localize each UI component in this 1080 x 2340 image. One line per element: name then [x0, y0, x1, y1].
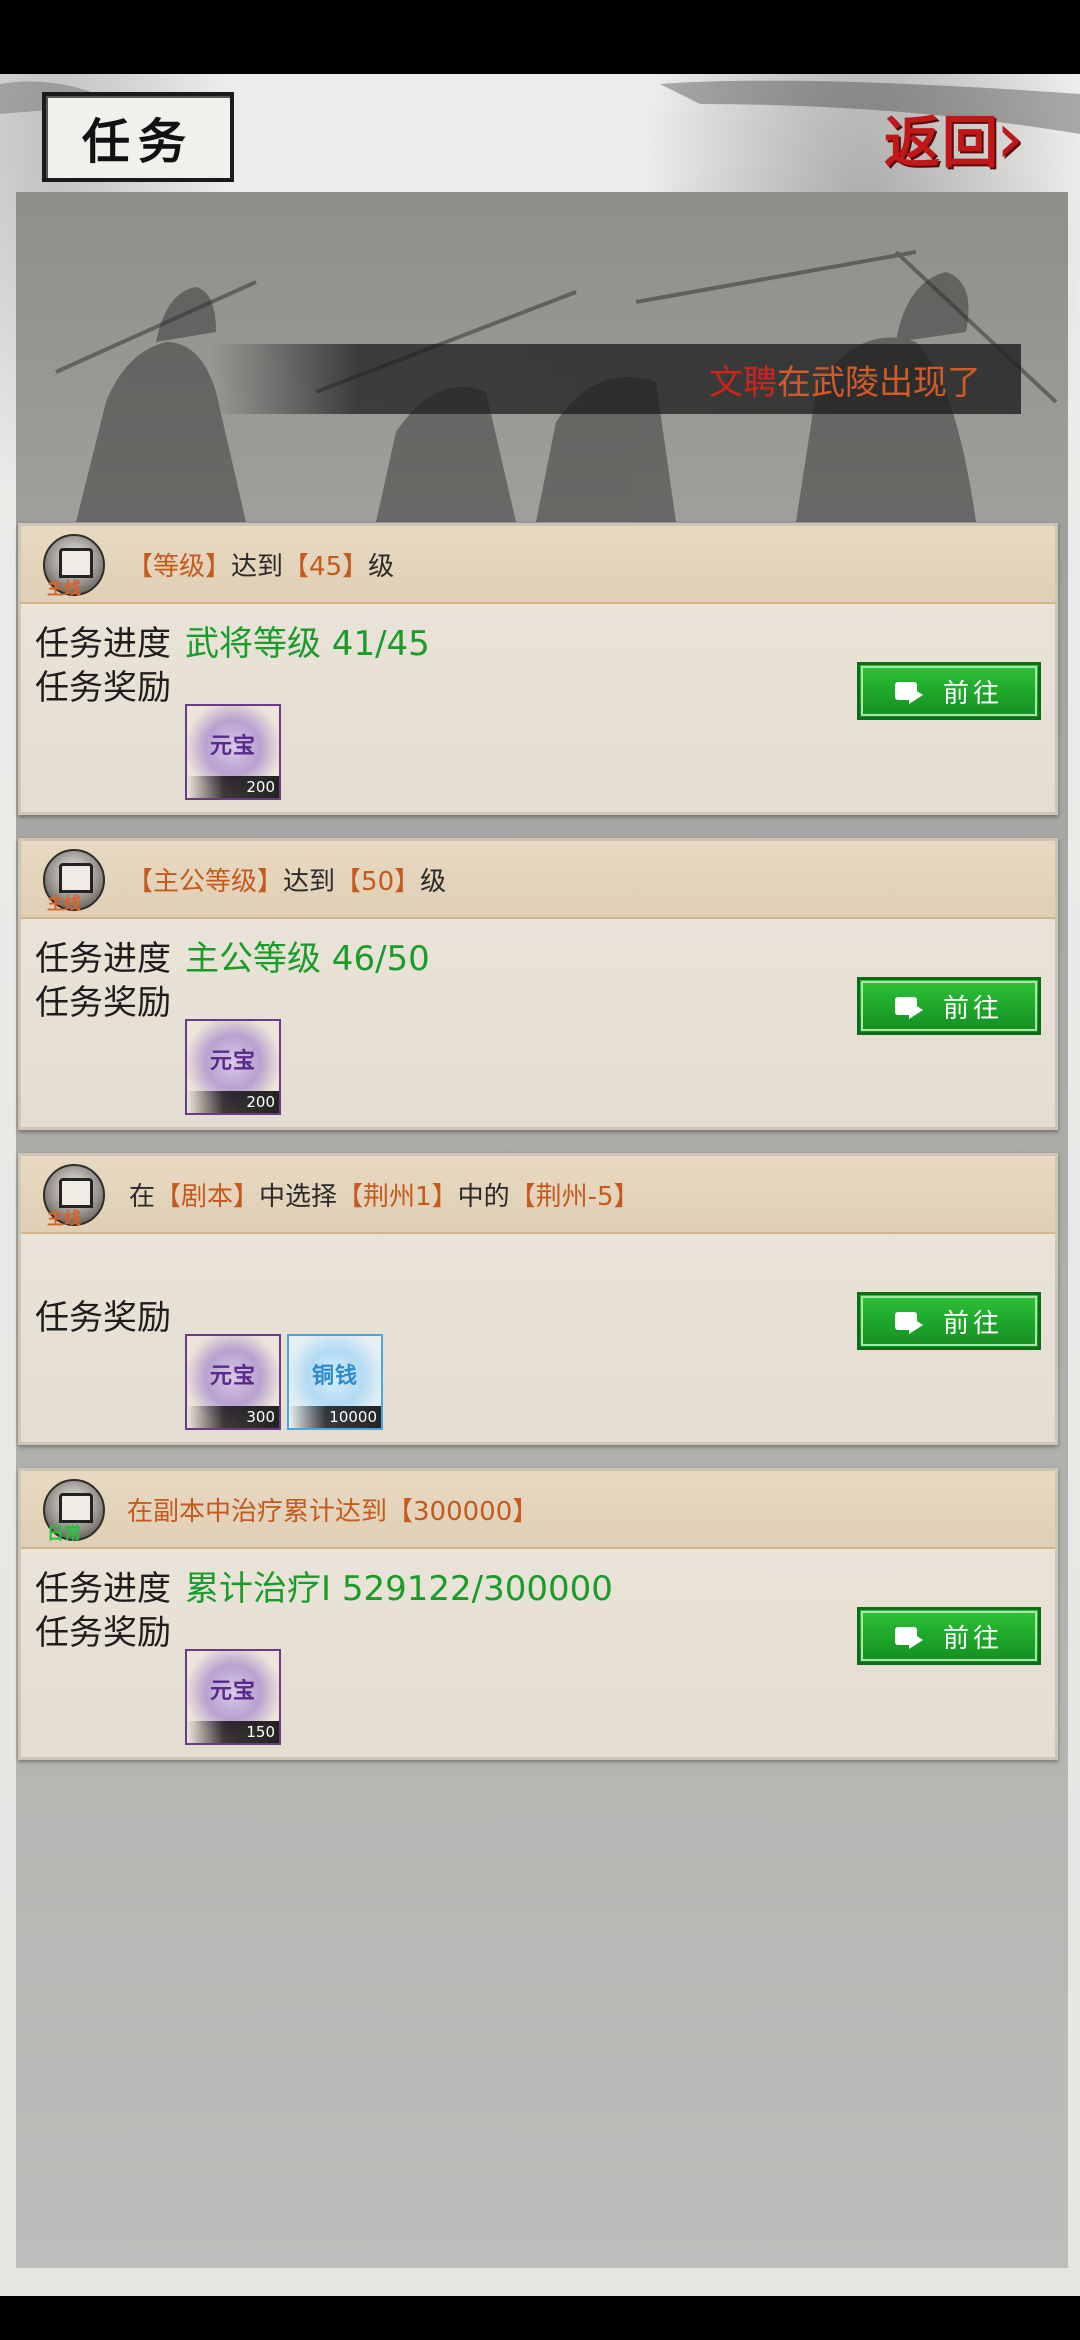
task-title: 在副本中治疗累计达到【300000】 — [127, 1471, 538, 1547]
task-title-highlight: 【45】 — [283, 551, 369, 582]
reward-list: 元宝 300 铜钱 10000 — [185, 1334, 383, 1430]
task-progress-row: 任务进度 主公等级 46/50 — [35, 931, 430, 980]
reward-quantity: 200 — [187, 776, 279, 798]
task-header: 主线 【等级】 达到 【45】 级 — [21, 526, 1055, 604]
banner-hero-name: 文聘 — [709, 362, 777, 403]
page-title: 任务 — [42, 92, 234, 182]
task-progress-label: 任务进度 — [35, 939, 171, 979]
task-title-text: 达到 — [231, 551, 284, 582]
task-title-highlight: 在副本中治疗累计达到【300000】 — [127, 1496, 539, 1527]
go-button-label: 前往 — [942, 1308, 1003, 1339]
task-title: 【等级】 达到 【45】 级 — [127, 526, 394, 602]
go-arrow-icon — [894, 1623, 925, 1649]
task-progress-label: 任务进度 — [35, 624, 171, 664]
task-book-icon: 主线 — [43, 849, 105, 914]
task-title-highlight: 【剧本】 — [155, 1181, 260, 1212]
task-title-highlight: 【荆州-5】 — [509, 1181, 640, 1212]
go-button-label: 前往 — [942, 993, 1003, 1024]
task-title-highlight: 【等级】 — [127, 551, 232, 582]
task-reward-label: 任务奖励 — [35, 983, 171, 1023]
go-button[interactable]: 前往 — [857, 977, 1041, 1035]
reward-item-yuanbao[interactable]: 元宝 200 — [185, 704, 281, 800]
reward-list: 元宝 200 — [185, 704, 281, 800]
task-type-tag: 日常 — [47, 1524, 81, 1544]
task-card: 主线 【主公等级】 达到 【50】 级 任务进度 主公等级 46/50 任务奖励 … — [18, 838, 1058, 1130]
bottom-bar — [0, 2296, 1080, 2340]
reward-quantity: 150 — [187, 1721, 279, 1743]
task-reward-label: 任务奖励 — [35, 668, 171, 708]
chevron-right-icon: › — [996, 97, 1024, 179]
task-progress-value: 武将等级 41/45 — [185, 624, 430, 664]
task-title-text: 中的 — [457, 1181, 510, 1212]
task-card: 主线 【等级】 达到 【45】 级 任务进度 武将等级 41/45 任务奖励 元宝… — [18, 523, 1058, 815]
task-header: 主线 【主公等级】 达到 【50】 级 — [21, 841, 1055, 919]
task-header: 日常 在副本中治疗累计达到【300000】 — [21, 1471, 1055, 1549]
go-button[interactable]: 前往 — [857, 1292, 1041, 1350]
reward-name: 元宝 — [209, 1679, 256, 1704]
task-title-highlight: 【50】 — [335, 866, 421, 897]
task-type-tag: 主线 — [47, 894, 81, 914]
reward-name: 元宝 — [209, 734, 256, 759]
task-progress-row: 任务进度 累计治疗I 529122/300000 — [35, 1561, 613, 1610]
warriors-artwork: 文聘 在武陵出现了 — [16, 192, 1068, 522]
reward-name: 元宝 — [209, 1049, 256, 1074]
go-button[interactable]: 前往 — [857, 662, 1041, 720]
task-title-text: 中选择 — [259, 1181, 338, 1212]
task-book-icon: 日常 — [43, 1479, 105, 1544]
task-title-highlight: 【主公等级】 — [127, 866, 284, 897]
go-arrow-icon — [894, 678, 925, 704]
task-book-icon: 主线 — [43, 534, 105, 599]
task-book-icon: 主线 — [43, 1164, 105, 1229]
task-title-text: 级 — [420, 866, 447, 897]
status-bar — [0, 0, 1080, 74]
reward-name: 元宝 — [209, 1364, 256, 1389]
task-title-text: 级 — [368, 551, 395, 582]
reward-item-yuanbao[interactable]: 元宝 200 — [185, 1019, 281, 1115]
reward-name: 铜钱 — [311, 1364, 358, 1389]
back-button[interactable]: 返回 › — [884, 98, 1064, 178]
go-button-label: 前往 — [942, 1623, 1003, 1654]
task-title: 在 【剧本】 中选择 【荆州1】 中的 【荆州-5】 — [129, 1156, 640, 1232]
reward-item-yuanbao[interactable]: 元宝 150 — [185, 1649, 281, 1745]
page-title-text: 任务 — [81, 114, 194, 170]
task-title: 【主公等级】 达到 【50】 级 — [127, 841, 446, 917]
go-arrow-icon — [894, 1308, 925, 1334]
reward-list: 元宝 200 — [185, 1019, 281, 1115]
announcement-banner: 文聘 在武陵出现了 — [211, 344, 1021, 414]
go-button[interactable]: 前往 — [857, 1607, 1041, 1665]
task-reward-label: 任务奖励 — [35, 1613, 171, 1653]
reward-quantity: 10000 — [289, 1406, 381, 1428]
reward-quantity: 200 — [187, 1091, 279, 1113]
task-title-text: 在 — [129, 1181, 156, 1212]
go-arrow-icon — [894, 993, 925, 1019]
task-reward-label: 任务奖励 — [35, 1298, 171, 1338]
task-title-text: 达到 — [283, 866, 336, 897]
back-button-label: 返回 — [884, 109, 1000, 176]
task-type-tag: 主线 — [47, 579, 81, 599]
reward-item-yuanbao[interactable]: 元宝 300 — [185, 1334, 281, 1430]
reward-item-copper[interactable]: 铜钱 10000 — [287, 1334, 383, 1430]
task-card: 日常 在副本中治疗累计达到【300000】 任务进度 累计治疗I 529122/3… — [18, 1468, 1058, 1760]
task-progress-value: 累计治疗I 529122/300000 — [185, 1569, 613, 1609]
task-progress-row: 任务进度 武将等级 41/45 — [35, 616, 430, 665]
task-progress-label: 任务进度 — [35, 1569, 171, 1609]
task-title-highlight: 【荆州1】 — [337, 1181, 458, 1212]
reward-list: 元宝 150 — [185, 1649, 281, 1745]
reward-quantity: 300 — [187, 1406, 279, 1428]
task-header: 主线 在 【剧本】 中选择 【荆州1】 中的 【荆州-5】 — [21, 1156, 1055, 1234]
task-type-tag: 主线 — [47, 1209, 81, 1229]
task-progress-value: 主公等级 46/50 — [185, 939, 430, 979]
go-button-label: 前往 — [942, 678, 1003, 709]
task-card: 主线 在 【剧本】 中选择 【荆州1】 中的 【荆州-5】 任务奖励 元宝 30… — [18, 1153, 1058, 1445]
banner-message: 在武陵出现了 — [777, 362, 981, 403]
